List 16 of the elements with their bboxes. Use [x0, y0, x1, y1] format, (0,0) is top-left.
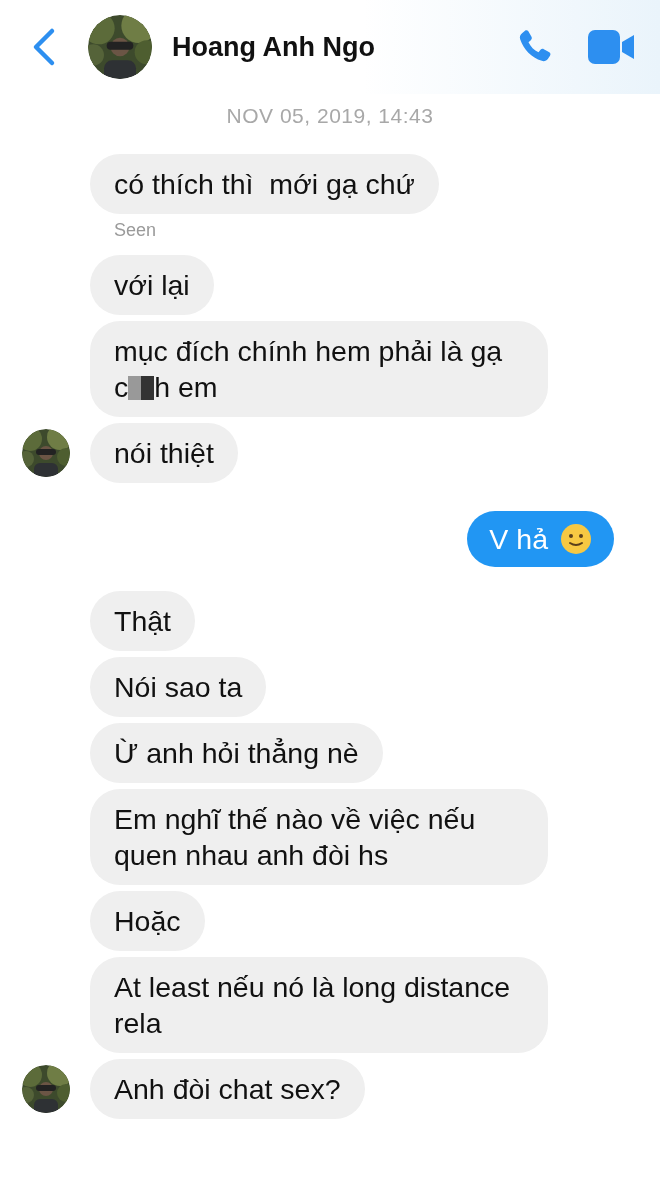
message-bubble: có thích thì mới gạ chứ [90, 154, 439, 214]
message-bubble: với lại [90, 255, 214, 315]
message-bubble: Anh đòi chat sex? [90, 1059, 365, 1119]
message-bubble: At least nếu nó là long distance rela [90, 957, 548, 1053]
video-camera-icon[interactable] [588, 30, 636, 64]
contact-name: Hoang Anh Ngo [172, 31, 376, 63]
message-bubble: Hoặc [90, 891, 205, 951]
message-bubble: V hả [467, 511, 614, 567]
message-bubble: Thật [90, 591, 196, 651]
message-bubble: Em nghĩ thế nào về việc nếu quen nhau anh đòi hs [90, 789, 548, 885]
message-bubble: mục đích chính hem phải là gạ c h em [90, 321, 548, 417]
message-bubble: Nói sao ta [90, 657, 267, 717]
message-bubble: nói thiệt [90, 423, 238, 483]
timestamp: NOV 05, 2019, 14:43 [226, 104, 434, 128]
message-bubble: Ừ anh hỏi thẳng nè [90, 723, 383, 783]
seen-label: Seen [114, 220, 158, 241]
